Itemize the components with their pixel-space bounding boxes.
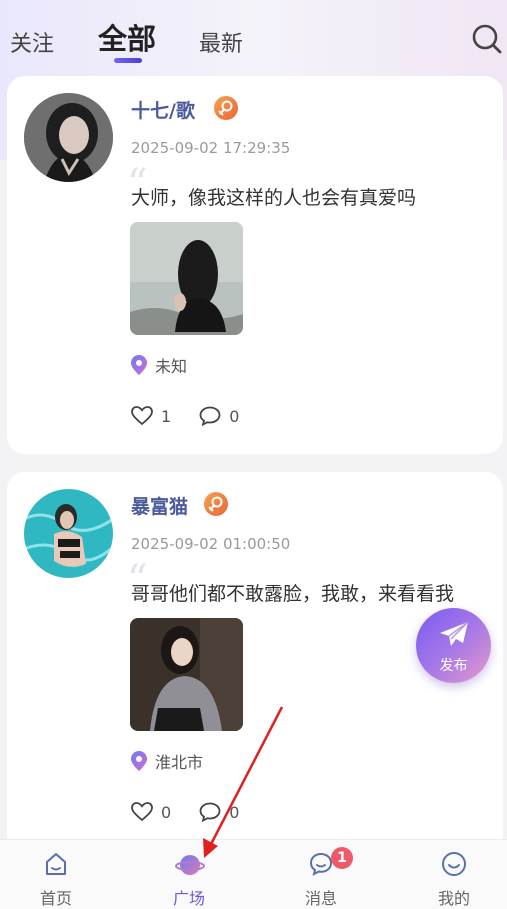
like-count: 0 bbox=[161, 802, 172, 822]
active-tab-indicator bbox=[114, 58, 142, 63]
paper-plane-icon bbox=[440, 621, 469, 646]
post-text[interactable]: 大师，像我这样的人也会有真爱吗 bbox=[131, 183, 416, 210]
post-timestamp: 2025-09-02 01:00:50 bbox=[131, 535, 291, 553]
post-username[interactable]: 暴富猫 bbox=[131, 492, 188, 519]
comment-count: 0 bbox=[229, 802, 240, 822]
unread-badge: 1 bbox=[331, 847, 353, 869]
post-actions: 0 0 bbox=[131, 802, 267, 822]
tab-all[interactable]: 全部 bbox=[98, 16, 156, 58]
nav-messages-label: 消息 bbox=[304, 889, 337, 908]
location-label: 未知 bbox=[155, 357, 188, 376]
search-icon[interactable] bbox=[470, 22, 504, 56]
bottom-nav: 首页 广场 1 消息 我的 bbox=[0, 839, 507, 909]
nav-profile[interactable]: 我的 bbox=[404, 840, 504, 909]
post-username[interactable]: 十七/歌 bbox=[131, 96, 195, 123]
nav-home[interactable]: 首页 bbox=[6, 840, 106, 909]
like-button[interactable]: 1 bbox=[131, 406, 171, 426]
nav-home-label: 首页 bbox=[39, 889, 72, 908]
tab-follow[interactable]: 关注 bbox=[10, 26, 54, 58]
comment-count: 0 bbox=[229, 406, 240, 426]
female-icon bbox=[214, 96, 238, 120]
avatar[interactable] bbox=[24, 93, 113, 182]
smile-icon bbox=[442, 852, 466, 876]
publish-button[interactable]: 发布 bbox=[416, 608, 491, 683]
planet-icon bbox=[175, 855, 205, 875]
post-location: 淮北市 bbox=[131, 749, 203, 773]
comment-icon bbox=[199, 802, 221, 822]
like-count: 1 bbox=[161, 406, 172, 426]
post-timestamp: 2025-09-02 17:29:35 bbox=[131, 139, 291, 157]
nav-plaza-label: 广场 bbox=[172, 889, 205, 908]
heart-icon bbox=[131, 802, 153, 822]
nav-profile-label: 我的 bbox=[437, 889, 470, 908]
tab-latest[interactable]: 最新 bbox=[199, 26, 243, 58]
post-actions: 1 0 bbox=[131, 406, 267, 426]
publish-label: 发布 bbox=[439, 658, 468, 674]
avatar[interactable] bbox=[24, 489, 113, 578]
post-text[interactable]: 哥哥他们都不敢露脸，我敢，来看看我 bbox=[131, 579, 454, 606]
comment-button[interactable]: 0 bbox=[199, 406, 239, 426]
location-label: 淮北市 bbox=[155, 753, 204, 772]
top-tab-bar: 关注 全部 最新 bbox=[0, 0, 507, 72]
post-card[interactable]: 十七/歌 2025-09-02 17:29:35 “ 大师，像我这样的人也会有真… bbox=[7, 76, 503, 454]
post-image[interactable] bbox=[130, 222, 243, 335]
location-pin-icon bbox=[131, 751, 147, 771]
nav-plaza[interactable]: 广场 bbox=[139, 840, 239, 909]
post-location: 未知 bbox=[131, 353, 187, 377]
female-icon bbox=[204, 492, 228, 516]
comment-icon bbox=[199, 406, 221, 426]
comment-button[interactable]: 0 bbox=[199, 802, 239, 822]
heart-icon bbox=[131, 406, 153, 426]
location-pin-icon bbox=[131, 355, 147, 375]
like-button[interactable]: 0 bbox=[131, 802, 171, 822]
nav-messages[interactable]: 1 消息 bbox=[271, 840, 371, 909]
post-image[interactable] bbox=[130, 618, 243, 731]
home-icon bbox=[46, 853, 66, 875]
